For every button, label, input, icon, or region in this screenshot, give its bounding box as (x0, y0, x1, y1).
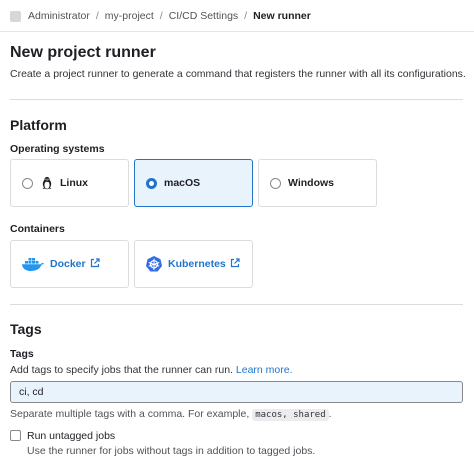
run-untagged-label[interactable]: Run untagged jobs (27, 430, 115, 442)
tags-help-sentence: Add tags to specify jobs that the runner… (10, 364, 233, 376)
example-tags-code: macos, shared (252, 409, 329, 421)
run-untagged-help: Use the runner for jobs without tags in … (27, 445, 316, 457)
run-untagged-checkbox[interactable] (10, 430, 21, 441)
page-title: New project runner (10, 44, 156, 61)
kubernetes-link[interactable]: Kubernetes (168, 258, 226, 270)
radio-macos[interactable] (146, 177, 157, 189)
os-option-linux[interactable]: Linux (10, 159, 129, 207)
breadcrumb: Administrator / my-project / CI/CD Setti… (10, 8, 311, 24)
containers-label: Containers (10, 223, 65, 235)
kubernetes-helm-icon (145, 255, 163, 273)
container-option-kubernetes[interactable]: Kubernetes (134, 240, 253, 288)
platform-heading: Platform (10, 117, 67, 133)
breadcrumb-item-cicd-settings[interactable]: CI/CD Settings (169, 10, 238, 22)
project-avatar (10, 10, 21, 22)
page-subtitle: Create a project runner to generate a co… (10, 68, 466, 80)
os-option-macos[interactable]: macOS (134, 159, 253, 207)
os-option-windows[interactable]: Windows (258, 159, 377, 207)
tags-heading: Tags (10, 321, 42, 337)
external-link-icon (90, 257, 100, 271)
breadcrumb-separator-icon: / (95, 10, 99, 22)
external-link-icon (230, 257, 240, 271)
tags-label: Tags (10, 348, 34, 360)
tags-input[interactable]: ci, cd (10, 381, 463, 403)
os-option-label: macOS (164, 177, 201, 189)
separator-help-suffix: . (328, 408, 332, 420)
learn-more-link[interactable]: Learn more. (236, 364, 293, 376)
breadcrumb-item-project[interactable]: my-project (105, 10, 154, 22)
linux-penguin-icon (40, 176, 54, 190)
breadcrumb-item-current: New runner (253, 10, 311, 22)
breadcrumb-separator-icon: / (159, 10, 163, 22)
radio-windows[interactable] (270, 177, 281, 189)
os-option-label: Linux (60, 177, 88, 189)
header-divider (0, 31, 474, 32)
breadcrumb-item-administrator[interactable]: Administrator (28, 10, 90, 22)
docker-whale-icon (21, 257, 45, 271)
section-divider (10, 99, 463, 100)
section-divider (10, 304, 463, 305)
tags-separator-help: Separate multiple tags with a comma. For… (10, 408, 332, 421)
separator-help-text: Separate multiple tags with a comma. For… (10, 408, 250, 420)
os-label: Operating systems (10, 143, 105, 155)
radio-linux[interactable] (22, 177, 33, 189)
breadcrumb-separator-icon: / (244, 10, 248, 22)
tags-help-text: Add tags to specify jobs that the runner… (10, 364, 293, 376)
docker-link[interactable]: Docker (50, 258, 86, 270)
container-option-docker[interactable]: Docker (10, 240, 129, 288)
os-option-label: Windows (288, 177, 334, 189)
